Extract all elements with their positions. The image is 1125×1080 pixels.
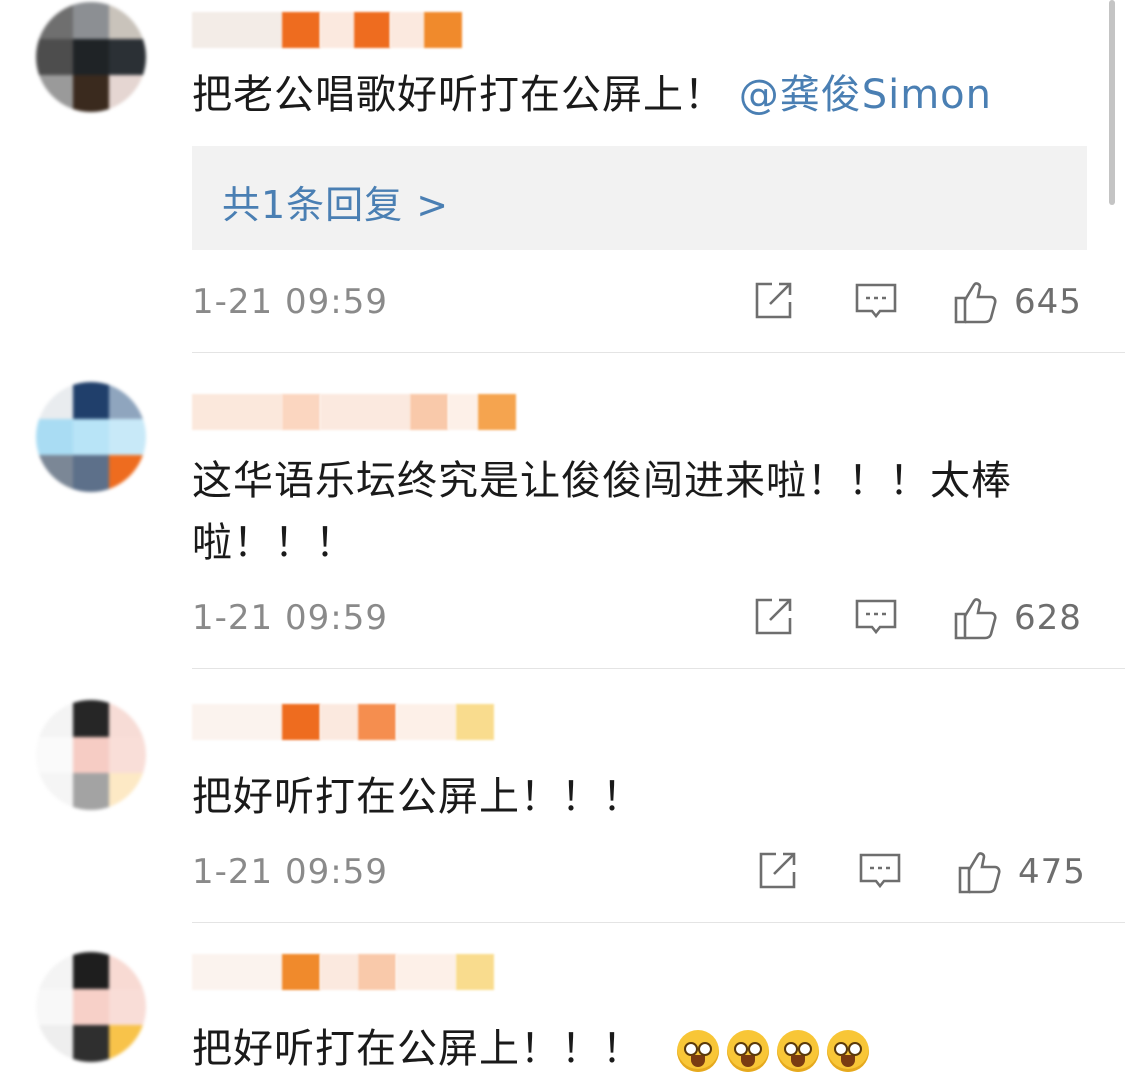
like-count: 645 bbox=[1014, 282, 1082, 322]
comment-icon bbox=[855, 599, 897, 635]
share-button[interactable] bbox=[752, 278, 796, 322]
divider bbox=[192, 668, 1125, 669]
avatar[interactable] bbox=[36, 2, 146, 112]
username-blurred[interactable] bbox=[192, 952, 494, 992]
comment-text: 这华语乐坛终究是让俊俊闯进来啦！！！太棒啦！！！ bbox=[192, 450, 1045, 574]
comment-meta-row: 1-21 09:59 475 bbox=[192, 848, 1087, 898]
avatar[interactable] bbox=[36, 952, 146, 1062]
username-blurred[interactable] bbox=[192, 10, 462, 50]
comment-icon bbox=[855, 283, 897, 319]
timestamp: 1-21 09:59 bbox=[192, 852, 388, 892]
share-icon bbox=[759, 852, 796, 889]
hug-emoji-icon bbox=[676, 1030, 719, 1072]
emoji-group bbox=[676, 1026, 877, 1072]
comment-meta-row: 1-21 09:59 628 bbox=[192, 594, 1087, 644]
comment-meta-row: 1-21 09:59 645 bbox=[192, 278, 1087, 328]
comment-button[interactable] bbox=[858, 848, 902, 892]
timestamp: 1-21 09:59 bbox=[192, 598, 388, 638]
divider bbox=[192, 352, 1125, 353]
like-button[interactable]: 628 bbox=[952, 594, 1082, 642]
avatar[interactable] bbox=[36, 382, 146, 492]
scrollbar[interactable] bbox=[1109, 0, 1115, 205]
comment-text-content: 把老公唱歌好听打在公屏上！ bbox=[192, 72, 725, 118]
comment-text: 把好听打在公屏上！！！ bbox=[192, 1018, 1045, 1080]
avatar[interactable] bbox=[36, 700, 146, 810]
view-replies-link[interactable]: 共1条回复 > bbox=[222, 174, 449, 229]
thumbs-up-icon bbox=[958, 852, 1001, 894]
share-button[interactable] bbox=[752, 594, 796, 638]
reply-summary-box[interactable]: 共1条回复 > bbox=[192, 146, 1087, 250]
comment-icon bbox=[859, 853, 901, 889]
share-icon bbox=[755, 598, 792, 635]
like-count: 475 bbox=[1018, 852, 1086, 892]
username-blurred[interactable] bbox=[192, 702, 494, 742]
comment-button[interactable] bbox=[854, 594, 898, 638]
like-count: 628 bbox=[1014, 598, 1082, 638]
hug-emoji-icon bbox=[776, 1030, 819, 1072]
username-blurred[interactable] bbox=[192, 392, 516, 432]
comment-text: 把老公唱歌好听打在公屏上！ @龚俊Simon bbox=[192, 64, 1045, 126]
comment-text-content: 把好听打在公屏上！！！ bbox=[192, 774, 643, 820]
comment-text-content: 把好听打在公屏上！！！ bbox=[192, 1026, 643, 1072]
hug-emoji-icon bbox=[826, 1030, 869, 1072]
comment-text-content: 这华语乐坛终究是让俊俊闯进来啦！！！太棒啦！！！ bbox=[192, 458, 1012, 566]
comment-button[interactable] bbox=[854, 278, 898, 322]
comment-text: 把好听打在公屏上！！！ bbox=[192, 766, 1045, 828]
like-button[interactable]: 475 bbox=[956, 848, 1086, 896]
share-button[interactable] bbox=[756, 848, 800, 892]
like-button[interactable]: 645 bbox=[952, 278, 1082, 326]
mention-link[interactable]: @龚俊Simon bbox=[739, 72, 992, 118]
hug-emoji-icon bbox=[726, 1030, 769, 1072]
thumbs-up-icon bbox=[954, 282, 997, 324]
timestamp: 1-21 09:59 bbox=[192, 282, 388, 322]
thumbs-up-icon bbox=[954, 598, 997, 640]
divider bbox=[192, 922, 1125, 923]
share-icon bbox=[755, 282, 792, 319]
